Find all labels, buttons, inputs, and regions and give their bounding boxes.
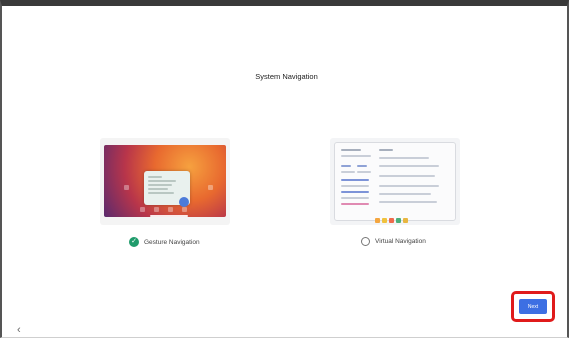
navigation-bar-icon (375, 210, 427, 223)
next-button[interactable]: Next (519, 299, 547, 314)
gesture-bar-icon (150, 215, 188, 217)
virtual-preview-screen (334, 142, 456, 223)
gesture-preview-screen (104, 145, 226, 217)
virtual-navigation-preview[interactable] (330, 138, 460, 225)
gesture-navigation-preview[interactable] (100, 138, 230, 225)
gesture-navigation-label: Gesture Navigation (144, 238, 200, 246)
setup-window: System Navigation ✓ Gesture Navigation V… (0, 0, 569, 338)
chevron-left-icon[interactable]: ‹ (17, 324, 21, 336)
virtual-navigation-option[interactable]: Virtual Navigation (361, 237, 426, 246)
fab-icon (179, 197, 189, 207)
gesture-navigation-option[interactable]: ✓ Gesture Navigation (129, 237, 200, 247)
virtual-navigation-label: Virtual Navigation (375, 238, 426, 245)
page-title: System Navigation (255, 72, 318, 81)
next-button-highlight: Next (511, 291, 555, 322)
check-icon: ✓ (129, 237, 139, 247)
radio-unchecked-icon[interactable] (361, 237, 370, 246)
